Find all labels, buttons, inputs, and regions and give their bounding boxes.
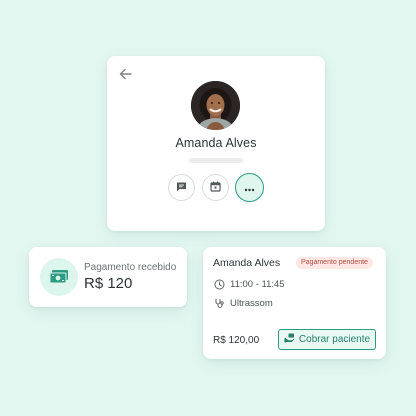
- profile-name: Amanda Alves: [175, 136, 257, 150]
- more-options-button[interactable]: [235, 173, 264, 202]
- appointment-price: R$ 120,00: [213, 335, 260, 346]
- patient-name: Amanda Alves: [213, 257, 281, 269]
- appointment-time-row: 11:00 - 11:45: [213, 278, 285, 290]
- appointment-time: 11:00 - 11:45: [230, 278, 285, 290]
- subtitle-placeholder-bar: [189, 158, 243, 163]
- payment-label: Pagamento recebido: [84, 262, 177, 273]
- profile-card: Amanda Alves: [107, 56, 325, 231]
- status-badge: Pagamento pendente: [296, 257, 373, 269]
- payment-received-card: Pagamento recebido R$ 120: [29, 247, 187, 307]
- calendar-button[interactable]: [202, 174, 229, 201]
- money-icon: [40, 258, 78, 296]
- message-button[interactable]: [168, 174, 195, 201]
- payment-amount: R$ 120: [84, 275, 133, 292]
- back-arrow-icon[interactable]: [117, 66, 133, 82]
- message-icon: [176, 179, 187, 197]
- appointment-card: Amanda Alves Pagamento pendente 11:00 - …: [203, 247, 386, 359]
- more-icon: [244, 179, 255, 197]
- calendar-icon: [210, 179, 221, 197]
- charge-patient-button[interactable]: Cobrar paciente: [278, 329, 376, 350]
- clock-icon: [213, 278, 225, 290]
- avatar: [191, 81, 240, 130]
- hand-money-icon: [284, 333, 295, 346]
- appointment-service-row: Ultrassom: [213, 297, 273, 309]
- appointment-service: Ultrassom: [230, 297, 273, 309]
- stethoscope-icon: [213, 297, 225, 309]
- charge-patient-label: Cobrar paciente: [298, 334, 371, 345]
